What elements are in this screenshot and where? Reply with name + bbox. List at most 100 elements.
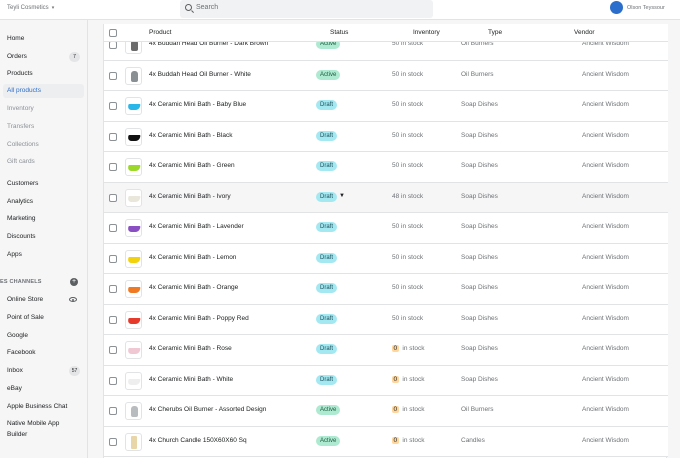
row-checkbox[interactable] [109,254,117,263]
stock-label: in stock [400,406,425,413]
row-checkbox[interactable] [109,132,117,141]
product-thumbnail[interactable] [125,219,142,237]
product-thumbnail[interactable] [125,341,142,359]
sidebar-item-builder-line[interactable]: Builder [0,428,86,442]
inventory-count: 48 in stock [392,193,423,200]
product-name-link[interactable]: 4x Ceramic Mini Bath - White [149,376,233,383]
product-name-link[interactable]: 4x Ceramic Mini Bath - Poppy Red [149,315,249,322]
product-thumbnail[interactable] [125,371,142,390]
sidebar-item-label: Online Store [7,296,44,303]
product-thumbnail[interactable] [125,280,142,298]
sidebar-item-inventory[interactable]: Inventory [0,102,86,116]
table-row[interactable]: 4x Ceramic Mini Bath - Green Draft 50 in s… [104,152,668,183]
product-name-link[interactable]: 4x Church Candle 150X60X60 Sq [149,437,247,444]
search-bar[interactable]: Search [180,0,433,18]
product-name-link[interactable]: 4x Buddah Head Oil Burner - White [149,71,251,78]
column-header-vendor[interactable]: Vendor [574,29,595,36]
sidebar-item-apps[interactable]: Apps [0,248,86,262]
product-name-link[interactable]: 4x Cherubs Oil Burner - Assorted Design [149,406,266,413]
row-checkbox[interactable] [109,41,117,49]
row-checkbox[interactable] [109,376,117,385]
sidebar-item-orders[interactable]: Orders 7 [0,50,86,64]
row-checkbox[interactable] [109,407,117,415]
row-checkbox[interactable] [109,285,117,293]
product-type: Soap Dishes [461,345,498,352]
table-row[interactable]: 4x Ceramic Mini Bath - Poppy Red Draft 50 … [104,304,668,335]
store-switcher[interactable]: Teyli Cosmetics ▾ [7,5,54,11]
chevron-down-icon: ▾ [51,5,55,11]
product-name-link[interactable]: 4x Ceramic Mini Bath - Rose [149,345,232,352]
row-checkbox[interactable] [109,163,117,171]
table-row[interactable]: 4x Buddah Head Oil Burner - White Active 5… [104,60,668,91]
product-thumbnail[interactable] [125,97,142,115]
sidebar-item-google[interactable]: Google [0,329,86,343]
product-thumbnail[interactable] [125,127,142,146]
product-name-link[interactable]: 4x Ceramic Mini Bath - Lemon [149,254,236,261]
column-header-type[interactable]: Type [488,29,502,36]
sidebar-item-apple-business-chat[interactable]: Apple Business Chat [0,400,86,414]
row-checkbox[interactable] [109,71,117,80]
plus-circle-icon[interactable]: + [70,278,78,286]
user-name[interactable]: Olson Teyssour [627,5,665,11]
row-checkbox[interactable] [109,193,117,202]
column-header-status[interactable]: Status [330,29,348,36]
product-type: Soap Dishes [461,253,498,261]
status-badge: Active [316,435,341,446]
sidebar-item-online-store[interactable]: Online Store [0,293,86,307]
eye-icon[interactable] [69,297,77,302]
sidebar-item-discounts[interactable]: Discounts [0,230,86,244]
product-name-link[interactable]: 4x Ceramic Mini Bath - Green [149,162,235,169]
product-name-link[interactable]: 4x Ceramic Mini Bath - Lavender [149,223,244,230]
avatar[interactable] [610,1,623,14]
table-row[interactable]: 4x Ceramic Mini Bath - Black Draft 50 in s… [104,121,668,152]
status-badge: Draft [316,191,338,202]
caret-down-icon[interactable]: ▼ [339,193,345,199]
row-checkbox[interactable] [109,437,117,446]
sidebar-item-point-of-sale[interactable]: Point of Sale [0,311,86,325]
sidebar-item-transfers[interactable]: Transfers [0,120,86,134]
row-checkbox[interactable] [109,224,117,232]
table-row[interactable]: 4x Ceramic Mini Bath - Rose Draft 0 in sto… [104,335,668,366]
table-row[interactable]: 4x Ceramic Mini Bath - Lemon Draft 50 in s… [104,243,668,274]
row-checkbox[interactable] [109,346,117,354]
column-header-product[interactable]: Product [149,29,171,36]
inventory-count: 50 in stock [392,315,423,322]
sidebar-item-home[interactable]: Home [0,32,86,46]
product-thumbnail[interactable] [125,310,142,329]
table-row[interactable]: 4x Ceramic Mini Bath - Lavender Draft 50 i… [104,213,668,244]
product-name-link[interactable]: 4x Ceramic Mini Bath - Ivory [149,193,231,200]
sidebar-item-label: Inventory [7,105,34,112]
table-row[interactable]: 4x Church Candle 150X60X60 Sq Active 0 in … [104,426,668,457]
sidebar-item-gift-cards[interactable]: Gift cards [0,155,86,169]
table-row[interactable]: 4x Ceramic Mini Bath - Ivory Draft ▼ 48 in … [104,182,668,213]
product-thumbnail[interactable] [125,249,142,268]
product-thumbnail[interactable] [125,432,142,451]
sidebar-item-collections[interactable]: Collections [0,138,86,152]
table-row[interactable]: 4x Ceramic Mini Bath - White Draft 0 in st… [104,365,668,396]
stock-label: in stock [399,162,424,169]
sidebar-item-customers[interactable]: Customers [0,177,86,191]
product-image [127,348,141,354]
product-name-link[interactable]: 4x Ceramic Mini Bath - Black [149,132,232,139]
select-all-checkbox[interactable] [109,29,117,37]
table-row[interactable]: 4x Cherubs Oil Burner - Assorted Design A… [104,396,668,427]
product-type: Soap Dishes [461,314,498,322]
table-row[interactable]: 4x Ceramic Mini Bath - Baby Blue Draft 50 … [104,91,668,122]
column-header-inventory[interactable]: Inventory [413,29,440,36]
table-row[interactable]: 4x Ceramic Mini Bath - Orange Draft 50 in … [104,274,668,305]
row-checkbox[interactable] [109,315,117,324]
sidebar-item-analytics[interactable]: Analytics [0,195,86,209]
product-thumbnail[interactable] [125,66,142,85]
sidebar-item-ebay[interactable]: eBay [0,382,86,396]
sidebar-item-products[interactable]: Products [0,67,86,81]
product-thumbnail[interactable] [125,402,142,420]
sidebar-item-facebook[interactable]: Facebook [0,346,86,360]
product-name-link[interactable]: 4x Ceramic Mini Bath - Baby Blue [149,101,246,108]
product-thumbnail[interactable] [125,158,142,176]
product-name-link[interactable]: 4x Ceramic Mini Bath - Orange [149,284,238,291]
sidebar-item-marketing[interactable]: Marketing [0,212,86,226]
sidebar-item-inbox[interactable]: Inbox 57 [0,364,86,378]
sidebar-item-all-products[interactable]: All products [3,84,84,98]
product-thumbnail[interactable] [125,188,142,207]
row-checkbox[interactable] [109,102,117,110]
